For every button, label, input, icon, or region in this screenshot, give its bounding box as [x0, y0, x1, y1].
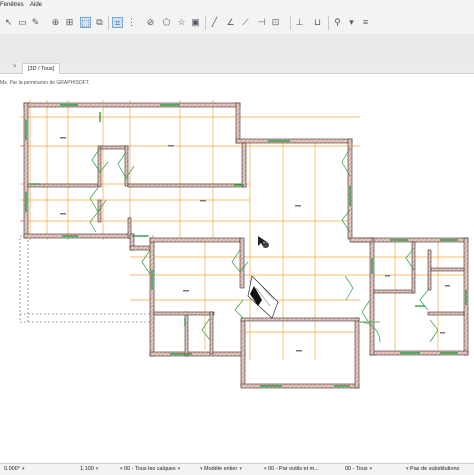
align-icon[interactable]: ⊥ [294, 17, 305, 28]
snap-icon[interactable]: ⌗ [112, 17, 123, 28]
axis-markers [20, 140, 251, 222]
status-bar: 0.000° ▾ 1:100 ▾ ▾ 00 - Tous les calques ▾ … [0, 463, 474, 475]
close-tab-icon[interactable]: × [13, 64, 17, 70]
toolbar-separator [205, 16, 206, 30]
view-tab-bar: × [3D / Tous] [0, 63, 474, 74]
toolbar-separator [290, 16, 291, 30]
fill-icon[interactable]: ▣ [190, 17, 201, 28]
eyedropper-icon[interactable]: ⚲ [332, 17, 343, 28]
toolbar: ↖ ▭ ✎ ⊕ ⊞ ⬚ ⧉ ⌗ ⋮ ⊘ ⬠ ☆ ▣ ╱ ∠ ⟋ ⊣ ⊡ ⊥ ⊔ … [0, 12, 474, 34]
star-icon[interactable]: ☆ [176, 17, 187, 28]
compass-icon[interactable]: ⊘ [145, 17, 156, 28]
polygon-icon[interactable]: ⬠ [161, 17, 172, 28]
distribute-icon[interactable]: ⊔ [312, 17, 323, 28]
menu-item-fenetres[interactable]: Fenêtres [0, 2, 24, 8]
info-box-area [0, 34, 474, 64]
measure-icon[interactable]: ⊞ [64, 17, 75, 28]
status-angle[interactable]: 0.000° ▾ [4, 466, 24, 472]
zoom-icon[interactable]: ⊕ [50, 17, 61, 28]
grid-icon[interactable]: ⋮ [126, 17, 137, 28]
split-icon[interactable]: ⊣ [256, 17, 267, 28]
menu-item-aide[interactable]: Aide [30, 2, 42, 8]
angle-icon[interactable]: ∠ [225, 17, 236, 28]
tab-3d-all[interactable]: [3D / Tous] [22, 63, 61, 74]
cursor-icon [258, 236, 269, 248]
status-renovation[interactable]: 00 - Tous ▾ [345, 466, 372, 472]
status-scale[interactable]: 1:100 ▾ [80, 466, 98, 472]
rectangle-icon[interactable]: ▭ [17, 17, 28, 28]
menu-bar: Fenêtres Aide [0, 0, 474, 12]
status-view[interactable]: ▾ 00 - Par outils et m... [262, 466, 319, 472]
status-substitution[interactable]: ▾ Pas de substitutions [404, 466, 459, 472]
marquee-icon[interactable]: ⬚ [80, 17, 91, 28]
arrow-select-icon[interactable]: ↖ [3, 17, 14, 28]
line-icon[interactable]: ╱ [209, 17, 220, 28]
trim-icon[interactable]: ⟋ [240, 17, 251, 28]
offset-icon[interactable]: ⊡ [270, 17, 281, 28]
copy-icon[interactable]: ⧉ [94, 17, 105, 28]
toolbar-separator [108, 16, 109, 30]
status-layers[interactable]: ▾ 00 - Tous les calques ▾ [118, 466, 180, 472]
layers-icon[interactable]: ≡ [360, 17, 371, 28]
toolbar-separator [328, 16, 329, 30]
status-model[interactable]: ▾ Modèle entier ▾ [198, 466, 242, 472]
pen-icon[interactable]: ✎ [30, 17, 41, 28]
chevron-down-icon[interactable]: ▾ [346, 17, 357, 28]
floor-plan-canvas[interactable] [0, 88, 474, 462]
credit-text: Mx. Par la permission de GRAPHISOFT. [0, 80, 90, 86]
stair [247, 275, 279, 319]
